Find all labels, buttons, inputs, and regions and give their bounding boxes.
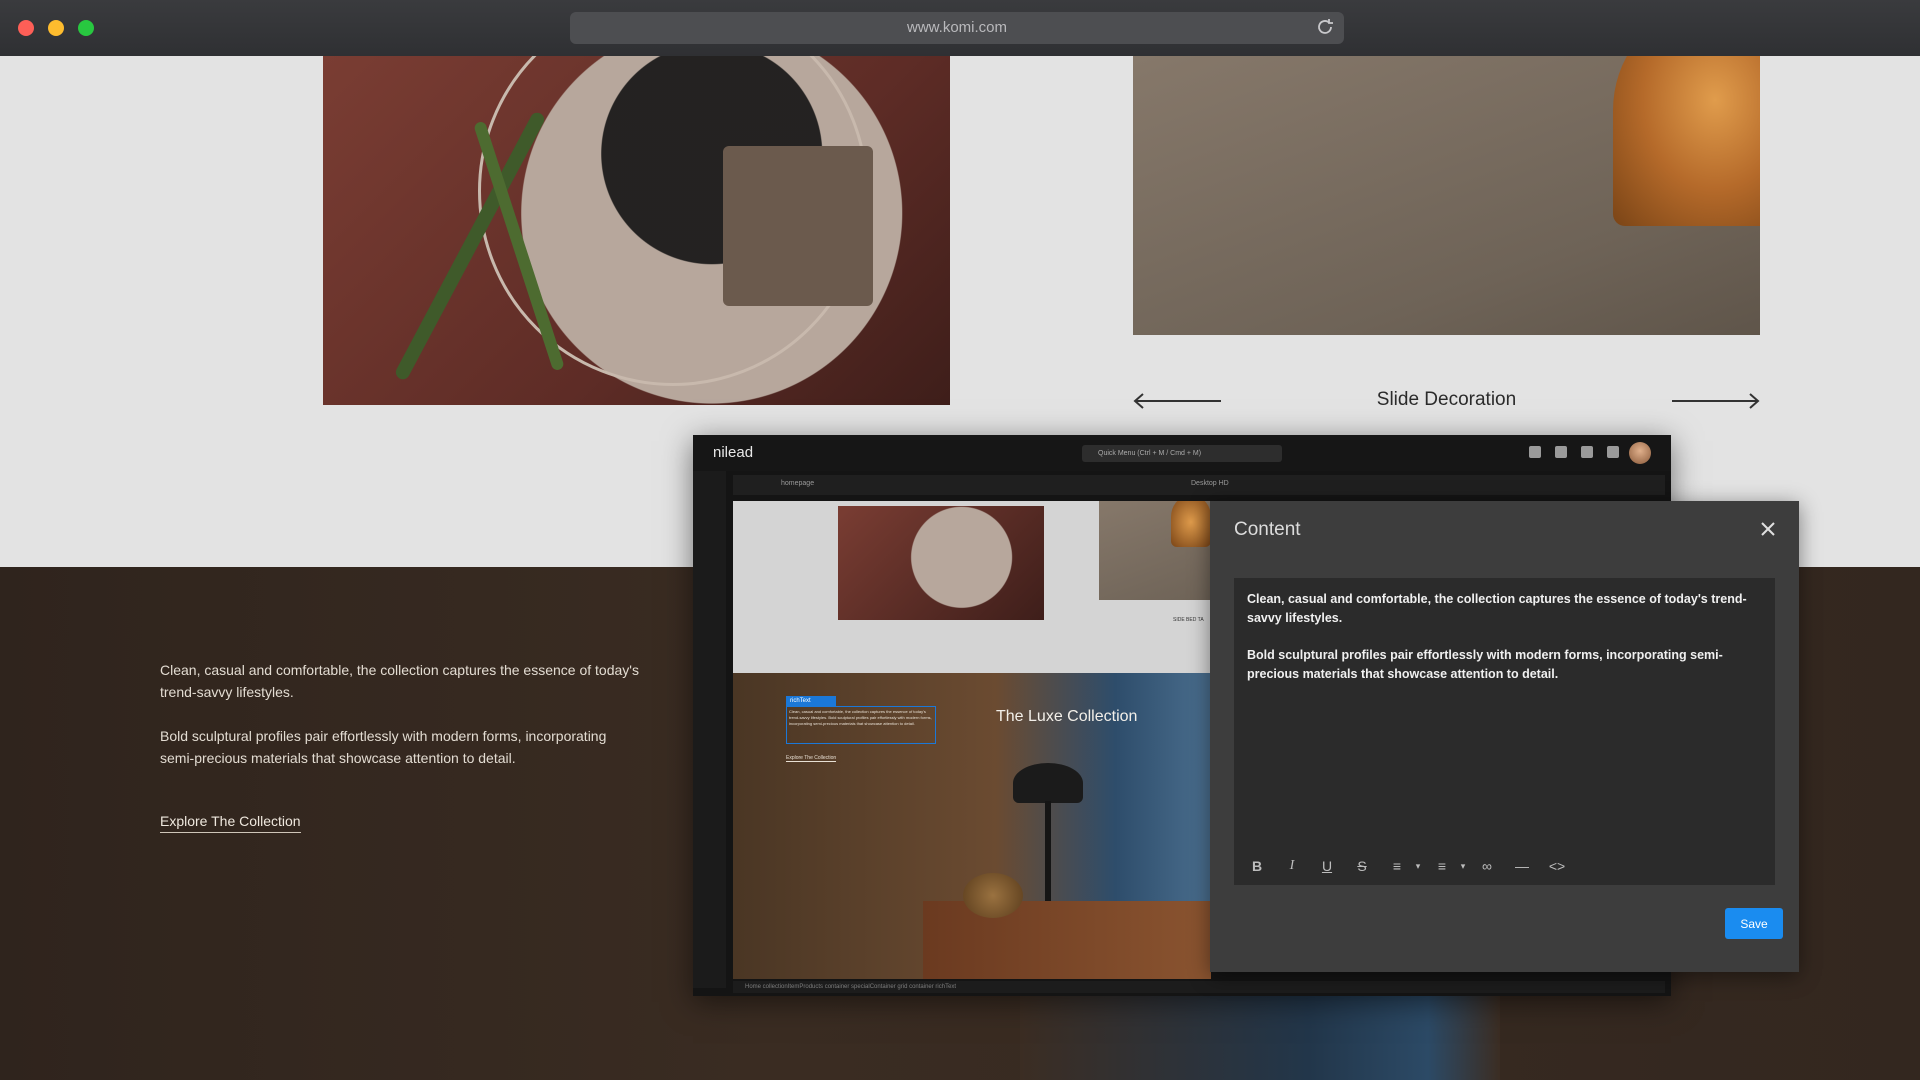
chevron-down-icon[interactable]: ▾ <box>1413 855 1423 877</box>
rich-text-content[interactable]: Clean, casual and comfortable, the colle… <box>1247 590 1757 702</box>
canvas-explore-link[interactable]: Explore The Collection <box>786 755 837 762</box>
dialog-title: Content <box>1234 519 1301 540</box>
grid-icon[interactable] <box>1555 446 1567 458</box>
editor-topbar: nilead Quick Menu (Ctrl + M / Cmd + M) <box>693 435 1671 471</box>
code-view-icon[interactable]: <> <box>1544 855 1570 877</box>
collection-paragraph: Clean, casual and comfortable, the colle… <box>160 662 639 700</box>
minimize-window-button[interactable] <box>48 20 64 36</box>
save-button[interactable]: Save <box>1725 908 1783 939</box>
selected-richtext-block[interactable]: Clean, casual and comfortable, the colle… <box>786 706 936 744</box>
italic-icon[interactable]: I <box>1279 855 1305 877</box>
canvas-black-lamp <box>1013 763 1083 803</box>
editor-logo: nilead <box>713 444 754 461</box>
canvas-cabinet <box>923 901 1211 979</box>
canvas-heading: The Luxe Collection <box>996 708 1138 725</box>
lamp-image <box>1133 56 1760 335</box>
content-paragraph: Bold sculptural profiles pair effortless… <box>1247 648 1723 681</box>
window-icon[interactable] <box>1607 446 1619 458</box>
canvas-lamp <box>1171 501 1211 547</box>
chair-reflection <box>723 146 873 306</box>
underline-icon[interactable]: U <box>1314 855 1340 877</box>
canvas-collection-section: richText Clean, casual and comfortable, … <box>733 673 1211 979</box>
unordered-list-icon[interactable]: ≡ <box>1429 855 1455 877</box>
explore-collection-link[interactable]: Explore The Collection <box>160 813 301 833</box>
arrow-right-icon[interactable] <box>1670 391 1760 411</box>
close-window-button[interactable] <box>18 20 34 36</box>
calendar-icon[interactable] <box>1529 446 1541 458</box>
mirror-interior-image <box>323 56 950 405</box>
chevron-down-icon[interactable]: ▾ <box>1458 855 1468 877</box>
avatar[interactable] <box>1629 442 1651 464</box>
canvas-image-lamp <box>1099 501 1211 600</box>
page-field[interactable]: homepage <box>781 480 814 487</box>
ordered-list-icon[interactable]: ≡ <box>1384 855 1410 877</box>
copper-lamp <box>1613 56 1760 226</box>
content-dialog: Content Clean, casual and comfortable, t… <box>1210 501 1799 972</box>
canvas-vase <box>963 873 1023 918</box>
editor-canvas[interactable]: SIDE BED TA richText Clean, casual and c… <box>733 501 1211 979</box>
quick-menu-search[interactable]: Quick Menu (Ctrl + M / Cmd + M) <box>1082 445 1282 462</box>
move-icon[interactable] <box>1581 446 1593 458</box>
editor-toolbar: B I U S ≡ ▾ ≡ ▾ ∞ — <> <box>1244 854 1579 878</box>
canvas-caption: SIDE BED TA <box>1173 617 1204 623</box>
url-text: www.komi.com <box>906 19 1007 36</box>
maximize-window-button[interactable] <box>78 20 94 36</box>
reload-icon[interactable] <box>1314 16 1336 38</box>
browser-toolbar: www.komi.com <box>0 0 1920 56</box>
editor-page-bar: homepage Desktop HD <box>733 475 1665 495</box>
rich-text-editor[interactable]: Clean, casual and comfortable, the colle… <box>1234 578 1775 885</box>
breadcrumb: Home collectionItemProducts container sp… <box>733 981 1665 993</box>
content-paragraph: Clean, casual and comfortable, the colle… <box>1247 592 1747 625</box>
link-icon[interactable]: ∞ <box>1474 855 1500 877</box>
address-bar[interactable]: www.komi.com <box>570 12 1344 44</box>
collection-copy: Clean, casual and comfortable, the colle… <box>160 659 640 791</box>
collection-paragraph: Bold sculptural profiles pair effortless… <box>160 728 607 766</box>
bold-icon[interactable]: B <box>1244 855 1270 877</box>
device-select[interactable]: Desktop HD <box>1191 480 1229 487</box>
richtext-tag[interactable]: richText <box>786 696 836 706</box>
close-icon[interactable] <box>1758 519 1778 539</box>
slider-navigation: Slide Decoration <box>1133 381 1760 421</box>
editor-sidebar <box>693 471 726 988</box>
slide-title: Slide Decoration <box>1376 389 1517 410</box>
strikethrough-icon[interactable]: S <box>1349 855 1375 877</box>
canvas-lamp-pole <box>1045 801 1051 911</box>
horizontal-rule-icon[interactable]: — <box>1509 855 1535 877</box>
canvas-image-mirror <box>838 506 1044 620</box>
